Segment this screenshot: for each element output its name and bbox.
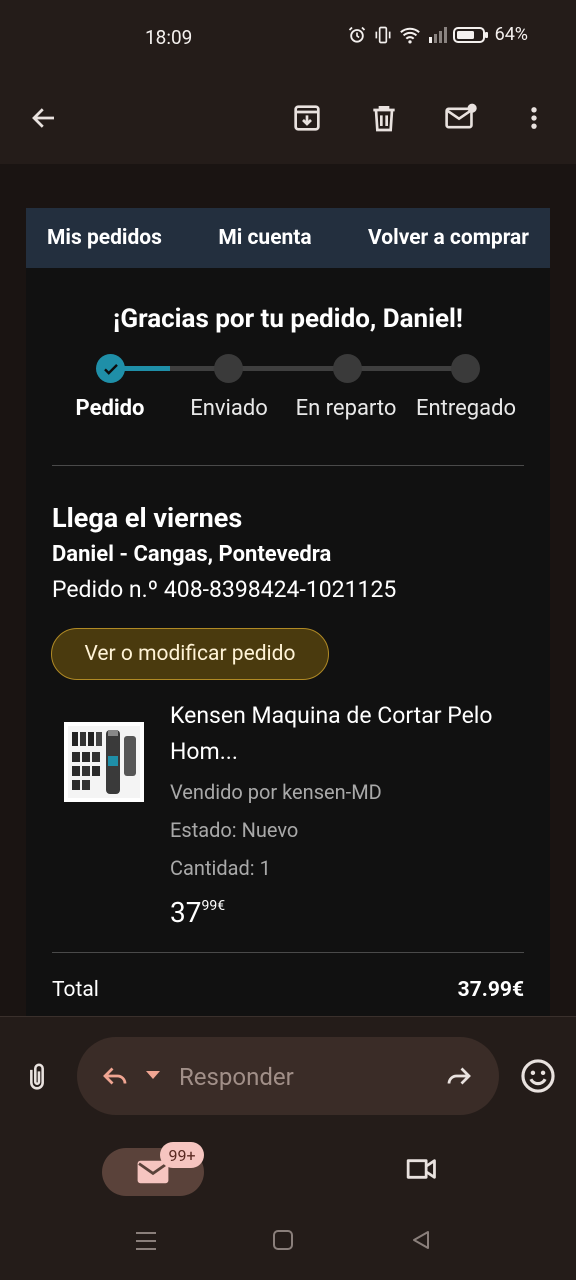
mark-unread-button[interactable] — [437, 94, 485, 142]
system-navigation — [0, 1228, 576, 1258]
trash-icon — [373, 106, 395, 132]
signal-icon — [428, 26, 447, 43]
step-label-out-for-delivery: En reparto — [295, 396, 397, 421]
divider — [52, 465, 524, 466]
order-progress-tracker — [96, 354, 480, 383]
attach-button[interactable] — [20, 1059, 54, 1099]
reply-bar: Responder — [0, 1016, 576, 1134]
step-dot-ordered — [96, 354, 125, 383]
step-label-delivered: Entregado — [415, 396, 517, 421]
store-nav: Mis pedidos Mi cuenta Volver a comprar — [26, 208, 550, 268]
battery-percent: 64% — [494, 24, 528, 45]
view-modify-order-button[interactable]: Ver o modificar pedido — [51, 628, 329, 680]
emoji-icon — [521, 1059, 555, 1093]
home-icon[interactable] — [272, 1229, 294, 1251]
back-button[interactable] — [20, 94, 68, 142]
product-price: 3799€ — [170, 896, 225, 929]
product-image — [68, 726, 140, 798]
back-arrow-icon — [32, 108, 54, 128]
nav-link-buy-again[interactable]: Volver a comprar — [368, 226, 529, 250]
order-card: ¡Gracias por tu pedido, Daniel! Pedido E… — [26, 268, 550, 1016]
alarm-icon — [348, 26, 365, 43]
archive-icon — [294, 105, 320, 131]
mark-unread-icon — [445, 103, 477, 129]
chevron-down-icon[interactable] — [145, 1068, 161, 1082]
app-bar — [0, 76, 576, 164]
product-thumbnail[interactable] — [64, 722, 144, 802]
delete-button[interactable] — [360, 94, 408, 142]
status-icons: 64% — [347, 24, 528, 45]
archive-button[interactable] — [283, 94, 331, 142]
price-whole: 37 — [170, 896, 202, 929]
bottom-navigation: 99+ — [0, 1134, 576, 1280]
nav-link-my-account[interactable]: Mi cuenta — [218, 226, 311, 250]
status-bar: 18:09 64% — [0, 0, 576, 76]
order-number: Pedido n.º 408-8398424-1021125 — [52, 576, 397, 603]
recipient-address: Daniel - Cangas, Pontevedra — [52, 542, 332, 567]
more-vert-icon — [531, 107, 537, 129]
wifi-icon — [399, 27, 420, 44]
reply-field[interactable]: Responder — [77, 1037, 499, 1115]
step-label-ordered: Pedido — [75, 396, 145, 421]
step-dot-delivered — [451, 354, 480, 383]
step-dot-out-for-delivery — [333, 354, 362, 383]
total-label: Total — [52, 978, 99, 1002]
product-seller: Vendido por kensen-MD — [170, 780, 382, 804]
battery-icon — [452, 26, 488, 43]
arrival-date: Llega el viernes — [52, 502, 243, 534]
meet-tab[interactable] — [404, 1154, 440, 1188]
step-label-shipped: Enviado — [190, 396, 268, 421]
attachment-icon — [30, 1063, 44, 1090]
step-dot-shipped — [214, 354, 243, 383]
video-camera-icon — [406, 1159, 436, 1179]
product-title[interactable]: Kensen Maquina de Cortar Pelo Hom... — [170, 698, 500, 770]
unread-badge: 99+ — [160, 1142, 204, 1168]
status-time: 18:09 — [145, 26, 193, 49]
divider — [52, 952, 524, 953]
reply-icon[interactable] — [99, 1061, 131, 1091]
thanks-heading: ¡Gracias por tu pedido, Daniel! — [113, 304, 463, 334]
hair-clipper-kit-image — [68, 726, 140, 798]
check-icon — [103, 363, 118, 375]
reply-placeholder: Responder — [179, 1063, 294, 1091]
back-nav-icon[interactable] — [410, 1229, 432, 1251]
email-body: Mis pedidos Mi cuenta Volver a comprar ¡… — [0, 164, 576, 1016]
nav-link-my-orders[interactable]: Mis pedidos — [47, 226, 162, 250]
vibrate-icon — [375, 26, 391, 43]
product-quantity: Cantidad: 1 — [170, 856, 271, 880]
forward-icon[interactable] — [443, 1061, 475, 1091]
emoji-button[interactable] — [519, 1057, 557, 1099]
price-fraction: 99€ — [201, 898, 226, 914]
total-value: 37.99€ — [457, 978, 524, 1002]
more-options-button[interactable] — [510, 94, 558, 142]
product-condition: Estado: Nuevo — [170, 818, 299, 842]
recents-icon[interactable] — [134, 1230, 158, 1252]
